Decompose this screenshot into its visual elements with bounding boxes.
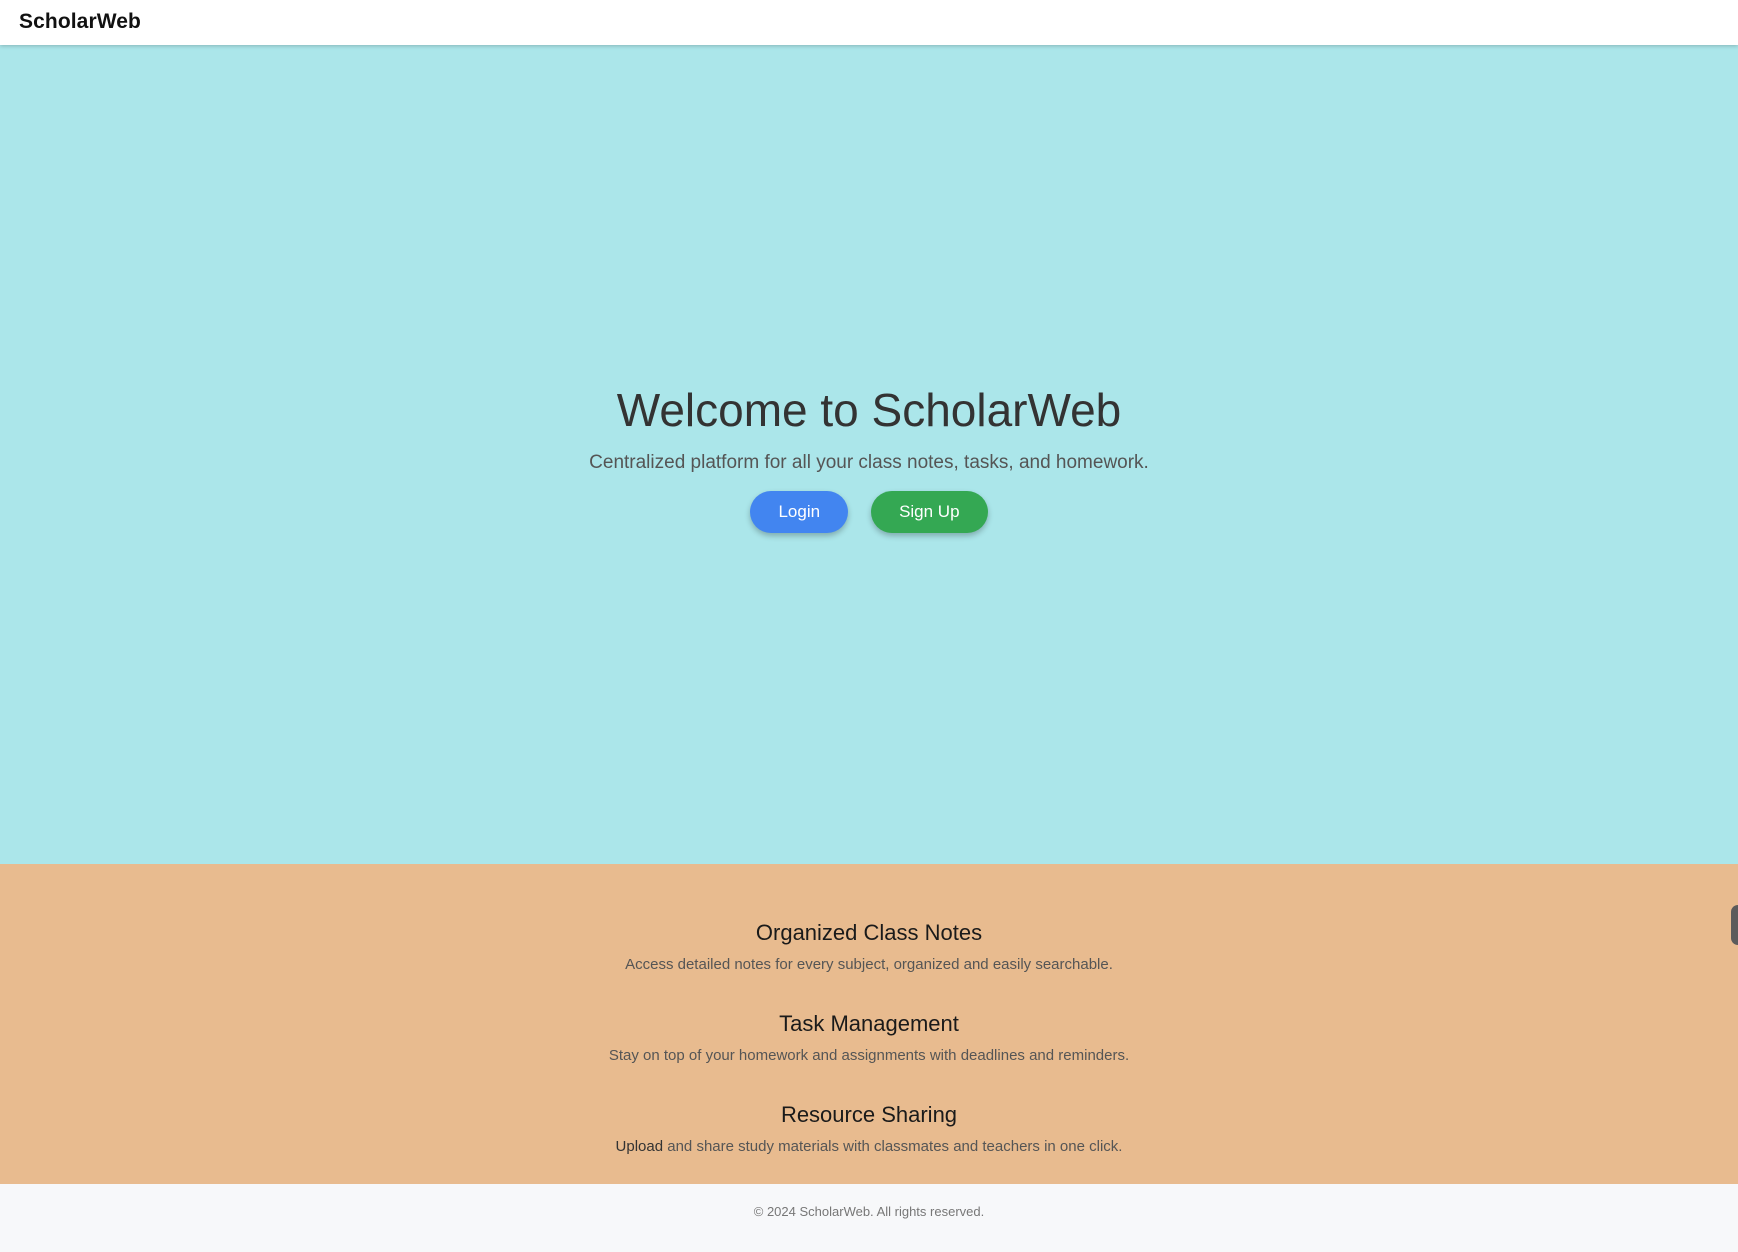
brand-logo-link[interactable]: ScholarWeb xyxy=(19,10,141,34)
feature-title-resources: Resource Sharing xyxy=(780,1102,958,1127)
feature-description-resources: Upload and share study materials with cl… xyxy=(0,1138,1738,1155)
feature-title-notes: Organized Class Notes xyxy=(755,920,983,945)
hero-title: Welcome to ScholarWeb xyxy=(616,384,1122,436)
hero-actions: Login Sign Up xyxy=(0,491,1738,533)
upload-word: Upload xyxy=(615,1138,664,1155)
features-section: Organized Class Notes Access detailed no… xyxy=(0,864,1738,1184)
feature-title-tasks: Task Management xyxy=(779,1011,959,1036)
login-button[interactable]: Login xyxy=(750,491,849,533)
hero-section: Welcome to ScholarWeb Centralized platfo… xyxy=(0,45,1738,864)
feature-description-notes: Access detailed notes for every subject,… xyxy=(625,956,1113,973)
hero-subtitle: Centralized platform for all your class … xyxy=(589,452,1149,473)
feature-description-tasks: Stay on top of your homework and assignm… xyxy=(608,1047,1130,1064)
feature-description-resources-rest: and share study materials with classmate… xyxy=(663,1138,1123,1155)
navbar: ScholarWeb xyxy=(0,0,1738,45)
signup-button[interactable]: Sign Up xyxy=(871,491,988,533)
side-drawer-handle[interactable] xyxy=(1731,905,1738,945)
footer-copyright: © 2024 ScholarWeb. All rights reserved. xyxy=(753,1204,985,1219)
footer: © 2024 ScholarWeb. All rights reserved. xyxy=(0,1184,1738,1252)
